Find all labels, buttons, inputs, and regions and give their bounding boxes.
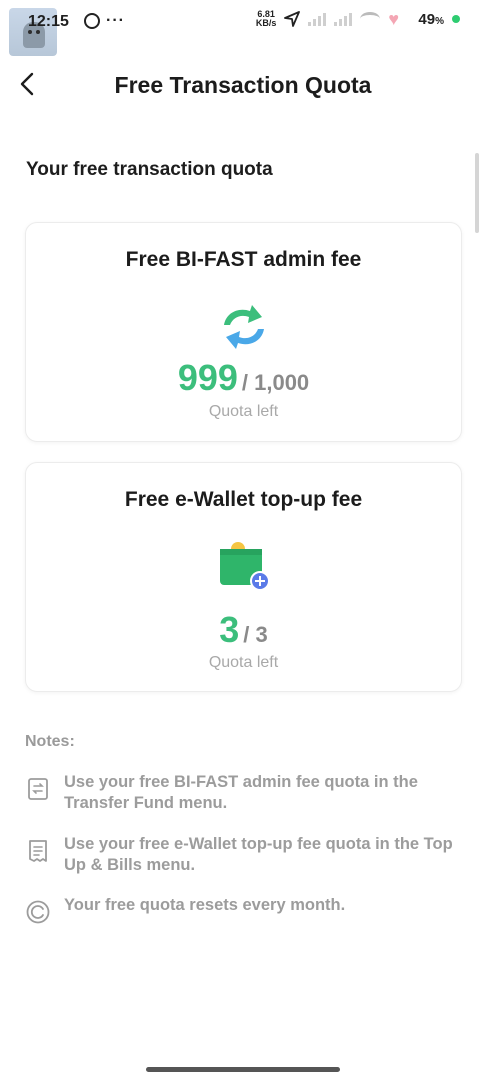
battery-level: 49% <box>418 10 444 28</box>
location-arrow-icon <box>284 11 301 27</box>
notes-title: Notes: <box>25 733 75 750</box>
page: 12:15 ··· 6.81 KB/s ♥ 49% Free Transacti… <box>0 0 486 1080</box>
wallet-icon <box>219 542 270 591</box>
whatsapp-icon <box>84 13 100 29</box>
quota-label: Quota left <box>208 403 279 420</box>
transfer-doc-icon <box>28 778 48 800</box>
note-item: Use your free BI-FAST admin fee quota in… <box>25 772 465 814</box>
bi-fast-quota-card: Free BI-FAST admin fee 999/ 1,000 Quota … <box>25 222 462 442</box>
signal-icon-2 <box>334 12 353 26</box>
quota-count: 3/ 3 <box>26 609 461 651</box>
quota-count: 999/ 1,000 <box>26 357 461 399</box>
note-text: Use your free BI-FAST admin fee quota in… <box>64 773 418 812</box>
quota-total: / 3 <box>243 622 268 647</box>
heart-icon: ♥ <box>388 9 400 29</box>
quota-used: 999 <box>177 357 238 398</box>
status-bar: 12:15 ··· 6.81 KB/s ♥ 49% <box>0 0 486 56</box>
quota-used: 3 <box>219 609 240 650</box>
more-notifications-icon: ··· <box>106 12 125 29</box>
quota-total: / 1,000 <box>241 370 310 395</box>
status-time: 12:15 <box>28 13 69 30</box>
note-item: Use your free e-Wallet top-up fee quota … <box>25 834 465 876</box>
page-title: Free Transaction Quota <box>114 72 372 98</box>
scrollbar[interactable] <box>475 153 479 233</box>
bill-doc-icon <box>29 840 47 862</box>
signal-icon <box>308 12 327 26</box>
note-text: Use your free e-Wallet top-up fee quota … <box>64 835 453 874</box>
section-title: Your free transaction quota <box>26 159 273 180</box>
reset-cycle-icon <box>26 900 50 924</box>
header: Free Transaction Quota <box>0 60 486 108</box>
transfer-arrows-icon <box>223 305 264 349</box>
battery-status-icon <box>452 15 460 23</box>
e-wallet-quota-card: Free e-Wallet top-up fee 3/ 3 Quota left <box>25 462 462 692</box>
note-text: Your free quota resets every month. <box>64 896 346 914</box>
wifi-icon <box>360 12 381 26</box>
card-title: Free BI-FAST admin fee <box>125 248 362 271</box>
quota-label: Quota left <box>208 654 279 671</box>
net-speed: 6.81 KB/s <box>255 9 277 28</box>
card-title: Free e-Wallet top-up fee <box>124 488 363 511</box>
note-item: Your free quota resets every month. <box>25 895 465 925</box>
home-indicator[interactable] <box>146 1067 340 1072</box>
